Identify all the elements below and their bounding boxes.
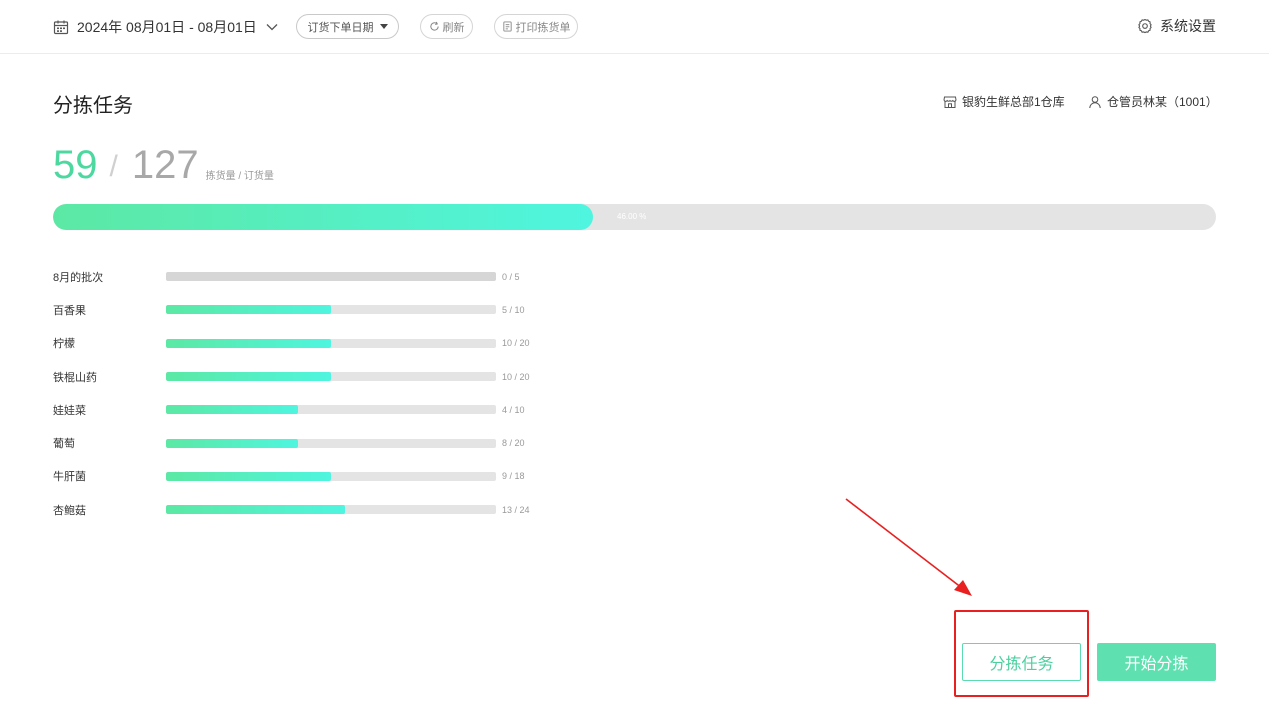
item-progress-track bbox=[166, 471, 496, 481]
item-row: 柠檬 10 / 20 bbox=[53, 327, 530, 360]
item-count: 10 / 20 bbox=[502, 338, 530, 349]
item-progress-track bbox=[166, 372, 496, 382]
settings-label: 系统设置 bbox=[1160, 18, 1216, 34]
item-progress-track bbox=[166, 438, 496, 448]
item-name: 牛肝菌 bbox=[53, 471, 86, 484]
calendar-icon bbox=[53, 20, 69, 35]
page-title: 分拣任务 bbox=[53, 95, 133, 117]
item-progress-track bbox=[166, 505, 496, 515]
item-row: 8月的批次 0 / 5 bbox=[53, 260, 530, 293]
item-name: 百香果 bbox=[53, 304, 86, 317]
refresh-icon bbox=[429, 21, 439, 31]
item-progress-track bbox=[166, 272, 496, 282]
date-range-text: 2024年 08月01日 - 08月01日 bbox=[77, 19, 257, 35]
item-name: 8月的批次 bbox=[53, 271, 104, 284]
overall-progress-bar: 46.00 % bbox=[53, 204, 1216, 230]
print-label: 打印拣货单 bbox=[515, 21, 571, 34]
item-count: 9 / 18 bbox=[502, 471, 525, 482]
overall-progress-percent: 46.00 % bbox=[617, 212, 647, 221]
item-count: 10 / 20 bbox=[502, 371, 530, 382]
chevron-down-icon bbox=[266, 24, 278, 31]
item-name: 娃娃菜 bbox=[53, 404, 86, 417]
pick-summary: 59 / 127 拣货量 / 订货量 bbox=[53, 141, 274, 187]
store-icon bbox=[943, 96, 957, 108]
item-progress-track bbox=[166, 305, 496, 315]
item-progress-fill bbox=[166, 405, 298, 415]
start-sorting-button[interactable]: 开始分拣 bbox=[1097, 643, 1216, 681]
item-row: 牛肝菌 9 / 18 bbox=[53, 460, 530, 493]
ordered-quantity: 127 bbox=[131, 143, 199, 187]
item-row: 娃娃菜 4 / 10 bbox=[53, 393, 530, 426]
item-progress-track bbox=[166, 405, 496, 415]
operator-name: 仓管员林某（1001） bbox=[1107, 95, 1218, 109]
item-row: 百香果 5 / 10 bbox=[53, 293, 530, 326]
item-count: 5 / 10 bbox=[502, 304, 525, 315]
item-progress-track bbox=[166, 338, 496, 348]
item-name: 柠檬 bbox=[53, 338, 75, 351]
top-bar: 2024年 08月01日 - 08月01日 订货下单日期 刷新 打印拣货单 系统… bbox=[0, 0, 1269, 54]
item-row: 葡萄 8 / 20 bbox=[53, 426, 530, 459]
order-date-label: 订货下单日期 bbox=[307, 21, 374, 34]
item-progress-fill bbox=[166, 372, 331, 382]
overall-progress-fill bbox=[53, 204, 594, 230]
caret-down-icon bbox=[379, 24, 388, 29]
picked-quantity: 59 bbox=[53, 143, 98, 187]
user-icon bbox=[1089, 95, 1101, 108]
item-name: 杏鲍菇 bbox=[53, 504, 86, 517]
system-settings-button[interactable]: 系统设置 bbox=[1137, 16, 1216, 36]
print-pick-list-button[interactable]: 打印拣货单 bbox=[494, 14, 578, 39]
item-row: 铁棍山药 10 / 20 bbox=[53, 360, 530, 393]
gear-icon bbox=[1138, 18, 1152, 34]
item-name: 铁棍山药 bbox=[53, 371, 97, 384]
item-progress-fill bbox=[166, 471, 331, 481]
item-count: 13 / 24 bbox=[502, 504, 530, 515]
summary-unit-label: 拣货量 / 订货量 bbox=[205, 171, 274, 182]
document-icon bbox=[502, 21, 512, 32]
date-range-picker[interactable]: 2024年 08月01日 - 08月01日 bbox=[53, 15, 278, 39]
item-name: 葡萄 bbox=[53, 438, 75, 451]
item-count: 4 / 10 bbox=[502, 404, 525, 415]
item-progress-fill bbox=[166, 305, 331, 315]
order-date-dropdown[interactable]: 订货下单日期 bbox=[296, 14, 399, 39]
item-progress-fill bbox=[166, 338, 331, 348]
item-progress-list: 8月的批次 0 / 5 百香果 5 / 10 柠檬 10 / 20 铁棍山药 10 / 20 娃… bbox=[53, 260, 530, 526]
refresh-button[interactable]: 刷新 bbox=[420, 14, 473, 39]
operator-info: 仓管员林某（1001） bbox=[1088, 93, 1218, 110]
item-progress-fill bbox=[166, 272, 496, 282]
item-count: 0 / 5 bbox=[502, 271, 520, 282]
item-progress-fill bbox=[166, 438, 298, 448]
item-row: 杏鲍菇 13 / 24 bbox=[53, 493, 530, 526]
item-progress-fill bbox=[166, 505, 345, 515]
item-count: 8 / 20 bbox=[502, 438, 525, 449]
summary-separator: / bbox=[109, 150, 118, 183]
warehouse-info: 银豹生鲜总部1仓库 bbox=[943, 93, 1065, 110]
warehouse-name: 银豹生鲜总部1仓库 bbox=[962, 95, 1065, 109]
sorting-tasks-button[interactable]: 分拣任务 bbox=[962, 643, 1081, 681]
refresh-label: 刷新 bbox=[442, 21, 465, 34]
